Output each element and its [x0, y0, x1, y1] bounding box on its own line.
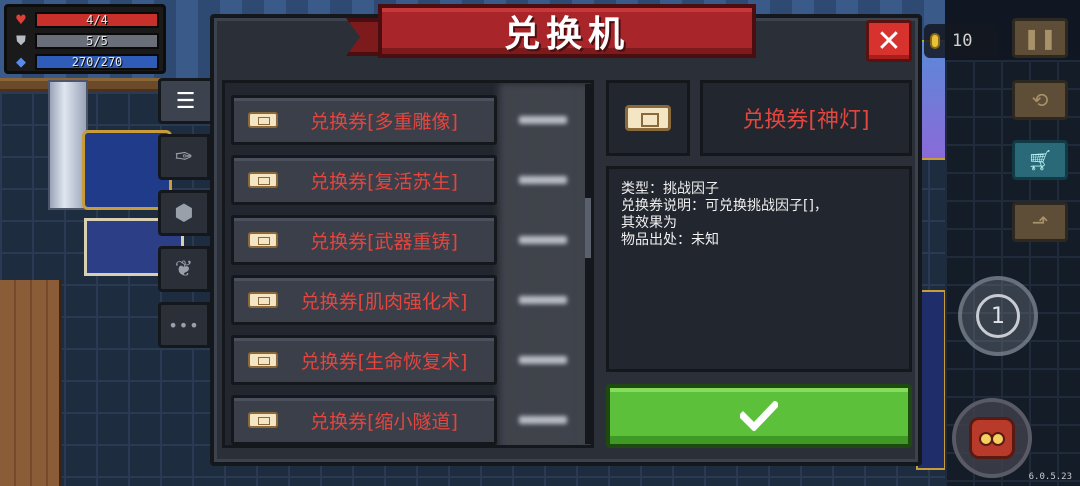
stained-glass-window — [918, 40, 948, 160]
pause-icon: ❚❚ — [1023, 26, 1057, 50]
ticket-icon — [248, 352, 278, 368]
ticket-icon — [248, 292, 278, 308]
hp-value: 4/4 — [86, 13, 108, 27]
character-button[interactable] — [952, 398, 1032, 478]
heart-icon: ♥ — [15, 12, 27, 28]
ticket-icon — [625, 105, 671, 131]
character-portrait-icon — [969, 417, 1015, 459]
description-effect: 其效果为 — [621, 215, 677, 231]
ticket-icon — [248, 232, 278, 248]
list-item[interactable]: 兑换券[多重雕像] — [231, 95, 497, 145]
tab-plants[interactable]: ❦ — [158, 246, 210, 292]
ticket-icon — [248, 172, 278, 188]
dialog-title: 兑换机 — [503, 14, 630, 55]
item-label: 兑换券[肌肉强化术] — [300, 290, 468, 313]
selected-item-name: 兑换券[神灯] — [742, 108, 870, 133]
skill-level-badge: 1 — [976, 294, 1020, 338]
exit-button[interactable]: ⬏ — [1012, 202, 1068, 242]
item-price — [501, 275, 585, 325]
close-button[interactable]: ✕ — [866, 20, 912, 62]
blurred-price — [519, 176, 567, 184]
tab-list[interactable]: ☰ — [158, 78, 210, 124]
list-item[interactable]: 兑换券[复活苏生] — [231, 155, 497, 205]
wooden-door — [0, 280, 62, 486]
relic-icon: ⬢ — [174, 200, 194, 226]
item-label: 兑换券[多重雕像] — [310, 110, 458, 133]
blurred-price — [519, 356, 567, 364]
energy-bar: 270/270 — [35, 54, 159, 70]
armor-row: ⛊ 5/5 — [11, 31, 159, 51]
cart-icon: 🛒︎ — [1027, 148, 1053, 172]
energy-row: ◆ 270/270 — [11, 52, 159, 72]
list-item[interactable]: 兑换券[缩小隧道] — [231, 395, 497, 445]
exit-icon: ⬏ — [1031, 210, 1049, 234]
pause-button[interactable]: ❚❚ — [1012, 18, 1068, 58]
ticket-icon — [248, 112, 278, 128]
item-price — [501, 95, 585, 145]
list-item[interactable]: 兑换券[生命恢复术] — [231, 335, 497, 385]
list-item[interactable]: 兑换券[武器重铸] — [231, 215, 497, 265]
shield-icon: ⛊ — [16, 33, 26, 49]
tab-relics[interactable]: ⬢ — [158, 190, 210, 236]
selected-item-name-box: 兑换券[神灯] — [700, 80, 912, 156]
coin-counter: 10 — [924, 24, 998, 58]
item-price — [501, 155, 585, 205]
list-icon: ☰ — [175, 88, 196, 114]
more-icon: ••• — [168, 315, 200, 335]
blurred-price — [519, 116, 567, 124]
version-label: 6.0.5.23 — [1028, 472, 1072, 482]
tab-weapons[interactable]: ✑ — [158, 134, 210, 180]
armor-bar: 5/5 — [35, 33, 159, 49]
checkmark-icon — [740, 401, 778, 431]
coin-icon — [930, 33, 940, 49]
description-source: 物品出处：未知 — [621, 232, 719, 248]
item-label: 兑换券[缩小隧道] — [310, 410, 458, 433]
blurred-price — [519, 236, 567, 244]
item-price — [501, 215, 585, 265]
ticket-icon — [248, 412, 278, 428]
item-label: 兑换券[生命恢复术] — [300, 350, 468, 373]
weapon-icon: ✑ — [174, 144, 194, 170]
description-type: 类型：挑战因子 — [621, 181, 719, 197]
hp-bar: 4/4 — [35, 12, 159, 28]
tab-more[interactable]: ••• — [158, 302, 210, 348]
skill-level: 1 — [991, 303, 1005, 329]
skill-button[interactable]: 1 — [958, 276, 1038, 356]
hp-row: ♥ 4/4 — [11, 10, 159, 30]
shop-button[interactable]: 🛒︎ — [1012, 140, 1068, 180]
item-label: 兑换券[武器重铸] — [310, 230, 458, 253]
item-price — [501, 395, 585, 445]
list-scrollbar[interactable] — [585, 84, 591, 444]
plant-icon: ❦ — [174, 256, 194, 282]
confirm-button[interactable] — [606, 384, 912, 448]
energy-gem-icon: ◆ — [16, 54, 26, 70]
energy-value: 270/270 — [71, 55, 123, 69]
selected-item-icon-box — [606, 80, 690, 156]
exchange-item-list: 兑换券[多重雕像] 兑换券[复活苏生] 兑换券[武器重铸] 兑换券[肌肉强化术]… — [222, 80, 594, 448]
swap-weapon-button[interactable]: ⟲ — [1012, 80, 1068, 120]
description-explanation: 兑换券说明：可兑换挑战因子[]， — [621, 198, 828, 214]
item-description: 类型：挑战因子 兑换券说明：可兑换挑战因子[]， 其效果为 物品出处：未知 — [606, 166, 912, 372]
list-item[interactable]: 兑换券[肌肉强化术] — [231, 275, 497, 325]
coin-count: 10 — [952, 31, 973, 51]
blurred-price — [519, 296, 567, 304]
item-price — [501, 335, 585, 385]
armor-value: 5/5 — [86, 34, 108, 48]
swap-icon: ⟲ — [1031, 88, 1049, 112]
close-icon: ✕ — [876, 23, 902, 59]
blurred-price — [519, 416, 567, 424]
player-stats-panel: ♥ 4/4 ⛊ 5/5 ◆ 270/270 — [4, 4, 166, 74]
title-ribbon: 兑换机 — [378, 4, 756, 58]
scrollbar-thumb[interactable] — [585, 198, 591, 258]
item-label: 兑换券[复活苏生] — [310, 170, 458, 193]
